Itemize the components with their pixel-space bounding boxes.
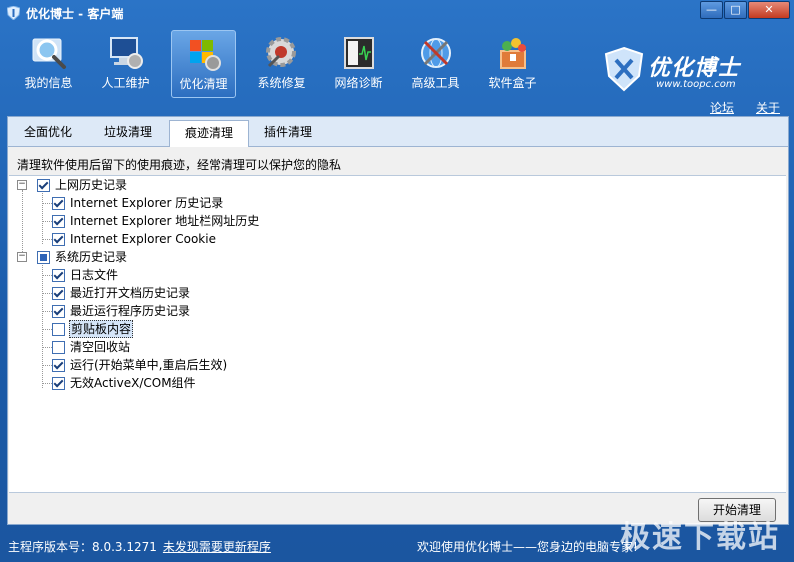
tree-connector xyxy=(42,190,43,244)
tree-item-label: Internet Explorer 历史记录 xyxy=(70,196,224,210)
toolbar-item-label: 系统修复 xyxy=(257,76,306,90)
group-checkbox[interactable] xyxy=(37,251,50,264)
item-checkbox[interactable] xyxy=(52,305,65,318)
item-checkbox[interactable] xyxy=(52,197,65,210)
toolbar-item-label: 我的信息 xyxy=(24,76,73,90)
toolbar-item-manual-maintenance[interactable]: 人工维护 xyxy=(87,30,164,96)
network-monitor-icon xyxy=(343,37,374,69)
tree-item[interactable]: 最近打开文档历史记录 xyxy=(50,284,450,302)
toolbar-item-optimize-clean[interactable]: 优化清理 xyxy=(171,30,236,98)
tree-item[interactable]: Internet Explorer 历史记录 xyxy=(50,194,450,212)
trace-tree: − 上网历史记录 Internet Explorer 历史记录 Internet… xyxy=(9,175,786,493)
tree-item-label: 运行(开始菜单中,重启后生效) xyxy=(70,358,228,372)
window-title: 优化博士 - 客户端 xyxy=(26,7,124,21)
toolbar-item-my-info[interactable]: 我的信息 xyxy=(10,30,87,96)
tree-item-label: 无效ActiveX/COM组件 xyxy=(70,376,196,390)
gear-repair-icon xyxy=(265,37,296,68)
computer-tools-icon xyxy=(109,37,143,69)
version-number: 8.0.3.1271 xyxy=(92,540,157,554)
toolbar-item-network-diagnosis[interactable]: 网络诊断 xyxy=(320,30,397,96)
main-window: 优化博士 - 客户端 — □ ✕ 我的信息 人工维护 优化清理 系统修复 网络诊… xyxy=(0,0,794,562)
tree-item-selected[interactable]: 剪贴板内容 xyxy=(50,320,450,338)
toolbar-item-label: 优化清理 xyxy=(179,77,228,91)
content-panel: 全面优化 垃圾清理 痕迹清理 插件清理 清理软件使用后留下的使用痕迹，经常清理可… xyxy=(7,116,789,525)
toolbar-item-label: 网络诊断 xyxy=(334,76,383,90)
item-checkbox[interactable] xyxy=(52,377,65,390)
tree-item[interactable]: 日志文件 xyxy=(50,266,450,284)
update-link[interactable]: 未发现需要更新程序 xyxy=(163,540,271,554)
tree-connector xyxy=(22,190,23,256)
item-checkbox[interactable] xyxy=(52,269,65,282)
tree-item-label: 日志文件 xyxy=(70,268,119,282)
tab-description: 清理软件使用后留下的使用痕迹，经常清理可以保护您的隐私 xyxy=(17,158,342,172)
main-toolbar: 我的信息 人工维护 优化清理 系统修复 网络诊断 高级工具 软件盒子 xyxy=(10,30,551,100)
collapse-toggle-icon[interactable]: − xyxy=(17,180,27,190)
toolbar-item-label: 高级工具 xyxy=(411,76,460,90)
tree-item[interactable]: 运行(开始菜单中,重启后生效) xyxy=(50,356,450,374)
tab-full-optimize[interactable]: 全面优化 xyxy=(12,120,84,144)
brand-name: 优化博士 xyxy=(648,56,741,81)
software-box-icon xyxy=(499,38,526,69)
collapse-toggle-icon[interactable]: − xyxy=(17,252,27,262)
maximize-button[interactable]: □ xyxy=(724,1,747,19)
item-checkbox[interactable] xyxy=(52,287,65,300)
tab-plugin-clean[interactable]: 插件清理 xyxy=(250,120,326,144)
toolbar-item-system-repair[interactable]: 系统修复 xyxy=(243,30,320,96)
tree-item-label: 剪贴板内容 xyxy=(69,320,134,338)
tab-trace-clean[interactable]: 痕迹清理 xyxy=(169,120,249,147)
item-checkbox[interactable] xyxy=(52,341,65,354)
tree-item[interactable]: 清空回收站 xyxy=(50,338,450,356)
tree-item[interactable]: 最近运行程序历史记录 xyxy=(50,302,450,320)
title-bar: 优化博士 - 客户端 — □ ✕ xyxy=(0,0,794,26)
brand-logo: 优化博士 www.toopc.com xyxy=(604,46,774,96)
top-links: 论坛 关于 xyxy=(688,99,780,116)
toolbar-item-label: 软件盒子 xyxy=(488,76,537,90)
tree-item[interactable]: 无效ActiveX/COM组件 xyxy=(50,374,450,392)
item-checkbox[interactable] xyxy=(52,359,65,372)
tree-item-label: 最近打开文档历史记录 xyxy=(70,286,191,300)
toolbar-item-label: 人工维护 xyxy=(101,76,150,90)
item-checkbox[interactable] xyxy=(52,215,65,228)
tree-item-label: 最近运行程序历史记录 xyxy=(70,304,191,318)
welcome-message: 欢迎使用优化博士——您身边的电脑专家! xyxy=(417,540,638,554)
tab-bar: 全面优化 垃圾清理 痕迹清理 插件清理 xyxy=(8,117,788,147)
tab-junk-clean[interactable]: 垃圾清理 xyxy=(88,120,168,144)
version-label: 主程序版本号： xyxy=(8,540,93,554)
tree-item[interactable]: Internet Explorer 地址栏网址历史 xyxy=(50,212,450,230)
close-button[interactable]: ✕ xyxy=(748,1,790,19)
status-bar: 主程序版本号：8.0.3.1271 未发现需要更新程序 xyxy=(8,538,271,555)
toolbar-item-advanced-tools[interactable]: 高级工具 xyxy=(397,30,474,96)
toolbar-item-software-box[interactable]: 软件盒子 xyxy=(474,30,551,96)
item-checkbox[interactable] xyxy=(52,323,65,336)
item-checkbox[interactable] xyxy=(52,233,65,246)
tree-item-label: 清空回收站 xyxy=(70,340,131,354)
shield-logo-icon xyxy=(604,46,644,92)
brand-url: www.toopc.com xyxy=(656,79,736,90)
watermark: 极速下载站 xyxy=(620,520,780,555)
about-link[interactable]: 关于 xyxy=(756,99,780,116)
shield-icon xyxy=(7,6,20,20)
advanced-tools-icon xyxy=(420,38,451,68)
window-controls: — □ ✕ xyxy=(699,1,790,19)
tree-group-label: 系统历史记录 xyxy=(55,250,128,264)
windows-gear-icon xyxy=(189,40,221,71)
magnifier-icon xyxy=(32,38,66,69)
tree-group-label: 上网历史记录 xyxy=(55,178,128,192)
tree-item-label: Internet Explorer Cookie xyxy=(70,232,216,246)
minimize-button[interactable]: — xyxy=(700,1,723,19)
tree-connector xyxy=(42,262,43,388)
tree-item[interactable]: Internet Explorer Cookie xyxy=(50,230,450,248)
tree-group-system-history[interactable]: − 系统历史记录 xyxy=(15,248,315,266)
tree-item-label: Internet Explorer 地址栏网址历史 xyxy=(70,214,260,228)
group-checkbox[interactable] xyxy=(37,179,50,192)
forum-link[interactable]: 论坛 xyxy=(710,99,734,116)
tree-group-web-history[interactable]: − 上网历史记录 xyxy=(15,176,315,194)
